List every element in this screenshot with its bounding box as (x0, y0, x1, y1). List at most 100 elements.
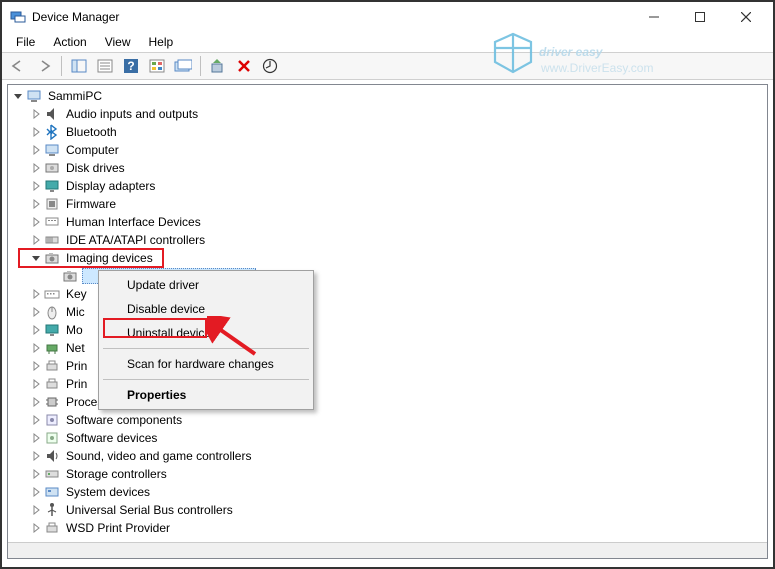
imaging-icon (44, 250, 60, 266)
tree-category-label: Imaging devices (64, 251, 155, 265)
tree-category-label: Software devices (64, 431, 159, 445)
tree-category[interactable]: IDE ATA/ATAPI controllers (8, 231, 767, 249)
chevron-right-icon[interactable] (30, 288, 42, 300)
computer-icon (44, 142, 60, 158)
tree-category[interactable]: WSD Print Provider (8, 519, 767, 537)
chevron-right-icon[interactable] (30, 450, 42, 462)
chevron-right-icon[interactable] (30, 468, 42, 480)
chevron-right-icon[interactable] (30, 198, 42, 210)
tree-category[interactable]: Software components (8, 411, 767, 429)
chevron-down-icon[interactable] (30, 252, 42, 264)
tree-category[interactable]: System devices (8, 483, 767, 501)
chevron-right-icon[interactable] (30, 486, 42, 498)
context-disable-device[interactable]: Disable device (101, 297, 311, 321)
usb-icon (44, 502, 60, 518)
window-title: Device Manager (32, 10, 631, 24)
show-hidden-button[interactable] (171, 54, 195, 78)
show-all-button[interactable] (67, 54, 91, 78)
hid-icon (44, 214, 60, 230)
tree-category[interactable]: Sound, video and game controllers (8, 447, 767, 465)
tree-category[interactable]: Bluetooth (8, 123, 767, 141)
chevron-right-icon[interactable] (30, 108, 42, 120)
scan-button[interactable] (206, 54, 230, 78)
tree-category[interactable]: Display adapters (8, 177, 767, 195)
tree-category[interactable]: Audio inputs and outputs (8, 105, 767, 123)
devices-by-button[interactable] (145, 54, 169, 78)
system-icon (44, 484, 60, 500)
tree-category-label: Bluetooth (64, 125, 119, 139)
chevron-right-icon[interactable] (30, 162, 42, 174)
chevron-right-icon[interactable] (30, 324, 42, 336)
tree-category-label: Storage controllers (64, 467, 169, 481)
close-button[interactable] (723, 2, 769, 32)
tree-category-label: Mo (64, 323, 85, 337)
tree-category-label: Human Interface Devices (64, 215, 203, 229)
chevron-right-icon[interactable] (30, 396, 42, 408)
firmware-icon (44, 196, 60, 212)
wsd-icon (44, 520, 60, 536)
chevron-right-icon[interactable] (30, 342, 42, 354)
tree-category[interactable]: Computer (8, 141, 767, 159)
tree-category-label: System devices (64, 485, 152, 499)
context-uninstall-device[interactable]: Uninstall device (101, 321, 311, 345)
context-scan-for-hardware-changes[interactable]: Scan for hardware changes (101, 352, 311, 376)
context-properties[interactable]: Properties (101, 383, 311, 407)
context-menu: Update driverDisable deviceUninstall dev… (98, 270, 314, 410)
tree-category[interactable]: Universal Serial Bus controllers (8, 501, 767, 519)
context-update-driver[interactable]: Update driver (101, 273, 311, 297)
tree-category-label: Computer (64, 143, 121, 157)
chevron-right-icon[interactable] (30, 306, 42, 318)
chevron-right-icon[interactable] (30, 144, 42, 156)
tree-category-label: Software components (64, 413, 184, 427)
status-strip (8, 542, 767, 558)
chevron-right-icon[interactable] (30, 360, 42, 372)
swc-icon (44, 412, 60, 428)
back-button[interactable] (6, 54, 30, 78)
chevron-right-icon[interactable] (30, 414, 42, 426)
tree-category-label: Net (64, 341, 87, 355)
tree-category[interactable]: Storage controllers (8, 465, 767, 483)
menu-file[interactable]: File (8, 33, 43, 51)
bluetooth-icon (44, 124, 60, 140)
menu-view[interactable]: View (97, 33, 139, 51)
menu-bar: File Action View Help (2, 32, 773, 52)
printer-icon (44, 376, 60, 392)
chevron-right-icon[interactable] (30, 216, 42, 228)
tree-category[interactable]: Firmware (8, 195, 767, 213)
maximize-button[interactable] (677, 2, 723, 32)
tree-category-label: WSD Print Provider (64, 521, 172, 535)
chevron-right-icon[interactable] (30, 378, 42, 390)
mouse-icon (44, 304, 60, 320)
ide-icon (44, 232, 60, 248)
chevron-down-icon[interactable] (12, 90, 24, 102)
computer-icon (26, 88, 42, 104)
chevron-right-icon[interactable] (30, 126, 42, 138)
forward-button[interactable] (32, 54, 56, 78)
tree-category[interactable]: Imaging devices (8, 249, 767, 267)
chevron-right-icon[interactable] (30, 522, 42, 534)
audio-icon (44, 106, 60, 122)
tree-root[interactable]: SammiPC (8, 87, 767, 105)
swd-icon (44, 430, 60, 446)
properties-button[interactable] (93, 54, 117, 78)
update-button[interactable] (258, 54, 282, 78)
minimize-button[interactable] (631, 2, 677, 32)
menu-help[interactable]: Help (141, 33, 182, 51)
tree-category[interactable]: Human Interface Devices (8, 213, 767, 231)
monitor-icon (44, 322, 60, 338)
tree-category-label: Universal Serial Bus controllers (64, 503, 235, 517)
chevron-right-icon[interactable] (30, 504, 42, 516)
tree-category[interactable]: Software devices (8, 429, 767, 447)
tree-category-label: Sound, video and game controllers (64, 449, 253, 463)
keyboard-icon (44, 286, 60, 302)
chevron-right-icon[interactable] (30, 432, 42, 444)
tree-category-label: Key (64, 287, 89, 301)
tree-category-label: Audio inputs and outputs (64, 107, 200, 121)
uninstall-button[interactable] (232, 54, 256, 78)
menu-action[interactable]: Action (45, 33, 94, 51)
chevron-right-icon[interactable] (30, 180, 42, 192)
chevron-right-icon[interactable] (30, 234, 42, 246)
tree-category[interactable]: Disk drives (8, 159, 767, 177)
help-button[interactable]: ? (119, 54, 143, 78)
toolbar-sep (61, 56, 62, 76)
